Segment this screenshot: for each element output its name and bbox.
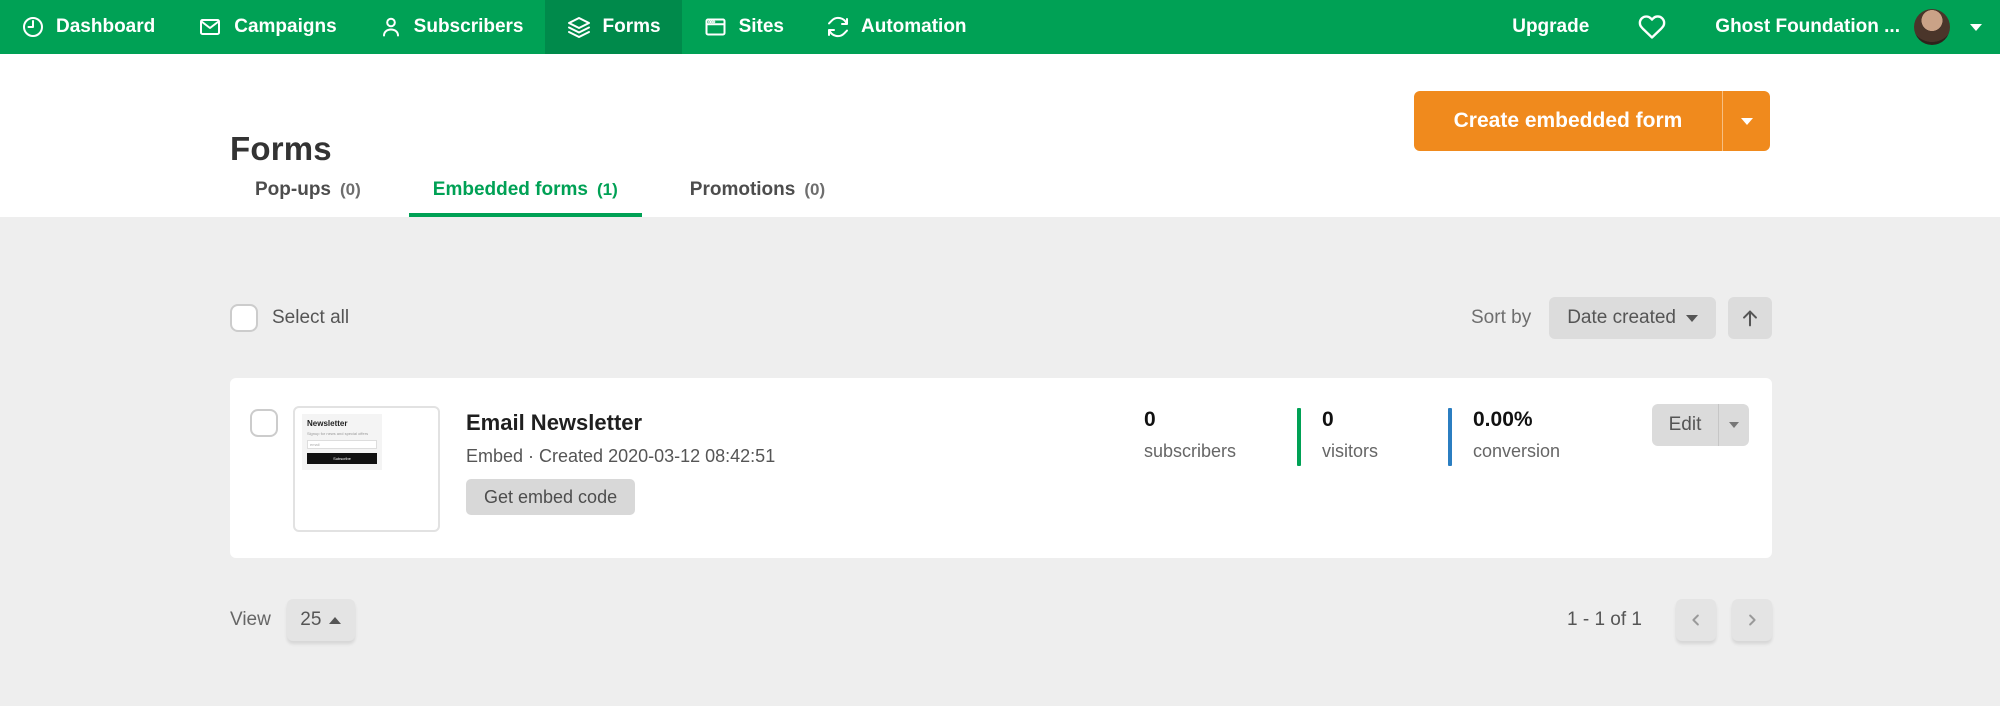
stat-value: 0 [1144, 408, 1236, 432]
stat-conversion: 0.00% conversion [1473, 408, 1560, 462]
nav-item-campaigns[interactable]: Campaigns [176, 0, 357, 54]
thumbnail-input: email [307, 440, 377, 449]
stat-visitors: 0 visitors [1322, 408, 1378, 462]
chevron-down-icon [1970, 24, 1982, 31]
nav-item-forms[interactable]: Forms [545, 0, 682, 54]
nav-right-group: Upgrade Ghost Foundation ... [1488, 0, 2000, 54]
triangle-down-icon [1686, 315, 1698, 322]
account-name: Ghost Foundation ... [1715, 16, 1900, 38]
stat-label: visitors [1322, 441, 1378, 462]
stat-value: 0.00% [1473, 408, 1560, 432]
stat-value: 0 [1322, 408, 1378, 432]
form-thumbnail-preview: Newsletter Signup for news and special o… [302, 414, 382, 470]
nav-item-label: Automation [861, 16, 967, 38]
create-embedded-form-button[interactable]: Create embedded form [1414, 91, 1770, 151]
pagination-range: 1 - 1 of 1 [1567, 609, 1642, 631]
thumbnail-subscribe-button: Subscribe [307, 453, 377, 464]
stat-divider-green [1297, 408, 1301, 466]
page-size-dropdown[interactable]: 25 [287, 599, 355, 641]
nav-item-automation[interactable]: Automation [805, 0, 988, 54]
browser-icon [703, 15, 728, 39]
create-embedded-form-label[interactable]: Create embedded form [1414, 91, 1722, 151]
tab-embedded-forms[interactable]: Embedded forms (1) [409, 167, 642, 217]
sort-direction-button[interactable] [1728, 297, 1772, 339]
form-thumbnail[interactable]: Newsletter Signup for news and special o… [293, 406, 440, 532]
select-all-checkbox[interactable] [230, 304, 258, 332]
stat-subscribers: 0 subscribers [1144, 408, 1236, 462]
form-list-item: Newsletter Signup for news and special o… [230, 378, 1772, 558]
edit-dropdown-toggle[interactable] [1718, 404, 1749, 446]
sort-by-label: Sort by [1471, 307, 1531, 329]
list-footer: View 25 1 - 1 of 1 [230, 599, 1772, 641]
next-page-button[interactable] [1732, 599, 1772, 641]
nav-item-label: Campaigns [234, 16, 336, 38]
tab-count: (0) [340, 180, 361, 200]
triangle-up-icon [329, 617, 341, 624]
tab-label: Embedded forms [433, 179, 588, 201]
nav-item-label: Dashboard [56, 16, 155, 38]
clock-icon [21, 15, 45, 39]
nav-item-subscribers[interactable]: Subscribers [358, 0, 545, 54]
prev-page-button[interactable] [1676, 599, 1716, 641]
list-toolbar: Select all Sort by Date created [230, 297, 1772, 339]
thumbnail-heading: Newsletter [307, 419, 377, 428]
sync-icon [826, 15, 850, 39]
tab-count: (0) [804, 180, 825, 200]
main-nav: Dashboard Campaigns Subscribers Forms Si… [0, 0, 2000, 54]
get-embed-code-button[interactable]: Get embed code [466, 479, 635, 515]
tab-label: Promotions [690, 179, 796, 201]
page-header: Forms Create embedded form Pop-ups (0) E… [0, 54, 2000, 217]
stat-label: conversion [1473, 441, 1560, 462]
sort-field-dropdown[interactable]: Date created [1549, 297, 1716, 339]
create-form-dropdown-toggle[interactable] [1722, 91, 1770, 151]
heart-outline-icon [1637, 13, 1667, 41]
tab-count: (1) [597, 180, 618, 200]
stat-label: subscribers [1144, 441, 1236, 462]
nav-item-dashboard[interactable]: Dashboard [0, 0, 176, 54]
sort-controls: Sort by Date created [1471, 297, 1772, 339]
chevron-left-icon [1687, 611, 1705, 629]
tab-promotions[interactable]: Promotions (0) [666, 167, 849, 217]
stat-divider-blue [1448, 408, 1452, 466]
nav-item-sites[interactable]: Sites [682, 0, 805, 54]
edit-button[interactable]: Edit [1652, 404, 1718, 446]
forms-tabs: Pop-ups (0) Embedded forms (1) Promotion… [231, 167, 849, 217]
thumbnail-subtext: Signup for news and special offers [307, 431, 377, 436]
favorites-button[interactable] [1613, 13, 1691, 41]
upgrade-link[interactable]: Upgrade [1488, 16, 1613, 38]
chevron-right-icon [1743, 611, 1761, 629]
form-row-checkbox[interactable] [250, 409, 278, 437]
pagination: 1 - 1 of 1 [1567, 599, 1772, 641]
nav-item-label: Forms [603, 16, 661, 38]
tab-label: Pop-ups [255, 179, 331, 201]
page-title: Forms [230, 130, 332, 168]
view-label: View [230, 609, 271, 631]
edit-button-group: Edit [1652, 404, 1749, 446]
form-title-link[interactable]: Email Newsletter [466, 410, 642, 436]
nav-item-label: Sites [739, 16, 784, 38]
sort-field-value: Date created [1567, 307, 1676, 329]
triangle-down-icon [1729, 422, 1739, 428]
person-icon [379, 15, 403, 39]
nav-item-label: Subscribers [414, 16, 524, 38]
triangle-down-icon [1741, 118, 1753, 125]
page-size-value: 25 [300, 609, 321, 631]
tab-popups[interactable]: Pop-ups (0) [231, 167, 385, 217]
layers-icon [566, 15, 592, 39]
arrow-up-icon [1739, 307, 1761, 329]
envelope-icon [197, 15, 223, 39]
form-meta: Embed · Created 2020-03-12 08:42:51 [466, 446, 775, 467]
account-menu[interactable]: Ghost Foundation ... [1691, 9, 1982, 45]
select-all-label: Select all [272, 307, 349, 329]
avatar [1914, 9, 1950, 45]
